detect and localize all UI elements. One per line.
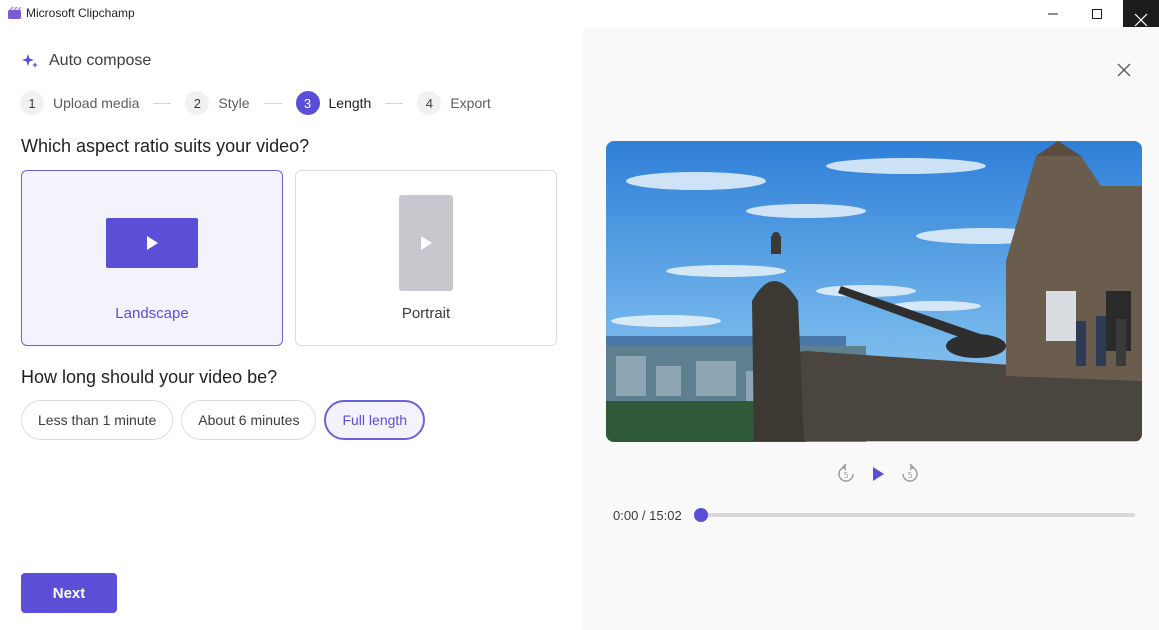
step-separator [153, 102, 172, 104]
portrait-label: Portrait [401, 305, 451, 322]
close-icon [1134, 13, 1148, 27]
auto-compose-title: Auto compose [49, 52, 152, 69]
portrait-option[interactable]: Portrait [295, 170, 557, 346]
playback-controls: 5 5 [830, 463, 926, 485]
rewind-5-icon: 5 [838, 464, 854, 482]
step-label: Export [450, 95, 491, 111]
auto-compose-panel: Auto compose 1 Upload media 2 Style 3 Le… [0, 27, 583, 630]
step-length[interactable]: 3 Length [295, 91, 372, 115]
maximize-icon [1092, 8, 1102, 19]
landscape-label: Landscape [115, 305, 189, 322]
seek-thumb[interactable] [694, 508, 708, 522]
step-separator [385, 102, 404, 104]
sparkle-icon [22, 53, 38, 68]
length-option-about-6-minutes[interactable]: About 6 minutes [181, 400, 317, 440]
length-options: Less than 1 minute About 6 minutes Full … [21, 400, 433, 440]
aspect-ratio-question: Which aspect ratio suits your video? [21, 136, 310, 156]
step-style[interactable]: 2 Style [185, 91, 250, 115]
play-icon [421, 236, 432, 250]
step-export[interactable]: 4 Export [417, 91, 491, 115]
portrait-thumbnail [399, 195, 453, 291]
play-button[interactable] [867, 463, 889, 485]
length-option-less-than-1-minute[interactable]: Less than 1 minute [21, 400, 174, 440]
step-number: 3 [295, 91, 320, 115]
video-preview[interactable] [606, 141, 1142, 442]
minimize-button[interactable] [1030, 0, 1076, 27]
forward-5-button[interactable]: 5 [899, 463, 921, 485]
step-label: Upload media [53, 95, 140, 111]
forward-5-icon: 5 [902, 464, 918, 482]
auto-compose-header: Auto compose [22, 52, 151, 70]
step-number: 1 [20, 91, 44, 115]
close-icon[interactable] [1115, 61, 1133, 79]
landscape-thumbnail [106, 218, 198, 268]
minimize-icon [1048, 13, 1058, 14]
clipchamp-logo-icon [8, 7, 21, 19]
maximize-button[interactable] [1074, 0, 1120, 27]
app-title: Microsoft Clipchamp [26, 6, 135, 20]
svg-text:5: 5 [844, 471, 849, 480]
step-upload-media[interactable]: 1 Upload media [20, 91, 139, 115]
landscape-option[interactable]: Landscape [21, 170, 283, 346]
video-length-question: How long should your video be? [21, 367, 278, 387]
next-button[interactable]: Next [21, 573, 117, 613]
seek-bar[interactable] [694, 508, 1135, 522]
wizard-steps: 1 Upload media 2 Style 3 Length 4 Export [20, 91, 491, 115]
step-number: 4 [417, 91, 442, 115]
svg-text:5: 5 [908, 471, 913, 480]
step-label: Style [218, 95, 250, 111]
play-icon [873, 467, 884, 481]
play-icon [147, 236, 158, 250]
rewind-5-button[interactable]: 5 [835, 463, 857, 485]
step-label: Length [328, 95, 372, 111]
length-option-full-length[interactable]: Full length [324, 400, 426, 440]
title-bar: Microsoft Clipchamp [0, 0, 1159, 40]
step-separator [263, 102, 282, 104]
video-frame [606, 141, 1142, 442]
preview-panel: 5 5 0:00 / 15:02 [583, 27, 1159, 630]
step-number: 2 [185, 91, 210, 115]
playback-time: 0:00 / 15:02 [613, 508, 682, 523]
